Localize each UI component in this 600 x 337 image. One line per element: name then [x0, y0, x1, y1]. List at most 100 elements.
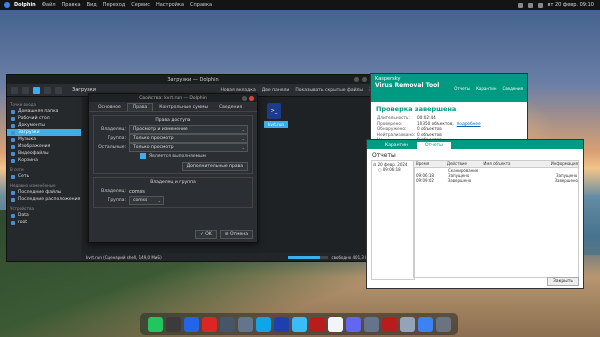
- dialog-help-icon[interactable]: [242, 95, 247, 101]
- sidebar-item-label: Последние файлы: [18, 190, 62, 195]
- chevron-down-icon: ⌄: [157, 198, 161, 203]
- settings-icon[interactable]: [201, 316, 217, 332]
- sidebar-item[interactable]: Изображения: [7, 143, 81, 150]
- file-name[interactable]: kvrt.run: [264, 121, 288, 128]
- yandex-icon[interactable]: [327, 316, 343, 332]
- close-button[interactable]: Закрыть: [546, 277, 579, 286]
- group-select[interactable]: comss ⌄: [129, 196, 164, 205]
- details-link[interactable]: подробнее: [457, 121, 481, 127]
- sidebar-item[interactable]: Домашняя папка: [7, 108, 81, 115]
- menu-go[interactable]: Переход: [103, 2, 126, 8]
- folder-icon: [11, 197, 15, 202]
- tab-general[interactable]: Основное: [93, 104, 126, 111]
- telegram-icon[interactable]: [291, 316, 307, 332]
- network-icon[interactable]: [517, 2, 523, 8]
- menu-edit[interactable]: Правка: [62, 2, 81, 8]
- group-rights-select[interactable]: Только просмотр ⌄: [129, 134, 248, 143]
- save-icon[interactable]: [363, 316, 379, 332]
- new-tab-button[interactable]: Новая вкладка: [220, 88, 255, 93]
- notes-icon[interactable]: [399, 316, 415, 332]
- cell-object: [483, 178, 552, 183]
- tree-node-time[interactable]: ○ 09:06:18: [373, 167, 413, 172]
- details-view-icon[interactable]: [55, 86, 62, 94]
- split-view-button[interactable]: Две панели: [262, 88, 290, 93]
- writer-icon[interactable]: [273, 316, 289, 332]
- sidebar-item[interactable]: Загрузки: [7, 129, 81, 136]
- sidebar-item[interactable]: Рабочий стол: [7, 115, 81, 122]
- tab-reports[interactable]: Отчеты: [417, 142, 451, 149]
- tab-quarantine[interactable]: Карантин: [377, 142, 416, 149]
- kaspersky-reports-link[interactable]: Отчеты: [454, 86, 470, 91]
- col-object[interactable]: Имя объекта: [481, 161, 548, 167]
- search-icon[interactable]: [165, 316, 181, 332]
- reports-tabs: Карантин Отчеты: [367, 140, 583, 149]
- sidebar-item[interactable]: Корзина: [7, 157, 81, 164]
- menu-tools[interactable]: Сервис: [131, 2, 150, 8]
- col-time[interactable]: Время: [414, 161, 445, 167]
- folder-icon[interactable]: [417, 316, 433, 332]
- folder-icon: [11, 137, 15, 142]
- sidebar-item[interactable]: Документы: [7, 122, 81, 129]
- sidebar-item[interactable]: root: [7, 219, 81, 226]
- folder-icon: [11, 151, 15, 156]
- places-sidebar: Точки входа Домашняя папка Рабочий стол Док…: [7, 97, 81, 261]
- files-icon[interactable]: [183, 316, 199, 332]
- terminal-icon[interactable]: [219, 316, 235, 332]
- network-icon[interactable]: [255, 316, 271, 332]
- executable-checkbox-row[interactable]: Является выполняемым: [98, 152, 248, 160]
- app-launcher-icon[interactable]: [4, 2, 10, 8]
- dolphin-titlebar[interactable]: Загрузки — Dolphin: [7, 75, 379, 84]
- back-icon[interactable]: [11, 86, 18, 94]
- sidebar-item[interactable]: Музыка: [7, 136, 81, 143]
- executable-checkbox[interactable]: [140, 153, 147, 159]
- dialog-close-icon[interactable]: [249, 95, 254, 101]
- tab-checksums[interactable]: Контрольные суммы: [154, 104, 213, 111]
- battery-icon[interactable]: [537, 2, 543, 8]
- advanced-permissions-button[interactable]: Дополнительные права: [181, 162, 248, 171]
- sidebar-item[interactable]: Последние расположения: [7, 196, 81, 203]
- ok-button[interactable]: ✓ OK: [195, 230, 217, 239]
- compact-view-icon[interactable]: [44, 86, 51, 94]
- menu-help[interactable]: Справка: [190, 2, 212, 8]
- sidebar-item[interactable]: Видеофайлы: [7, 150, 81, 157]
- sidebar-item[interactable]: Сеть: [7, 173, 81, 180]
- status-text: kvrt.run (Сценарий shell, 149,0 МиБ): [86, 254, 162, 260]
- cancel-button[interactable]: ⊘ Отмена: [219, 230, 253, 239]
- tab-permissions[interactable]: Права: [126, 103, 154, 111]
- filezilla-icon[interactable]: [309, 316, 325, 332]
- kaspersky-quarantine-link[interactable]: Карантин: [476, 86, 496, 91]
- trash-icon[interactable]: [435, 316, 451, 332]
- sidebar-item-label: Видеофайлы: [18, 151, 49, 156]
- sidebar-item[interactable]: Последние файлы: [7, 189, 81, 196]
- sidebar-item[interactable]: Data: [7, 212, 81, 219]
- owner-rights-select[interactable]: Просмотр и изменение ⌄: [129, 125, 248, 134]
- shell-script-icon[interactable]: >_: [267, 103, 281, 119]
- tab-details[interactable]: Сведения: [214, 104, 247, 111]
- group-label: Группа:: [107, 198, 126, 203]
- table-header: Время Действие Имя объекта Информация: [414, 161, 578, 168]
- menu-settings[interactable]: Настройка: [156, 2, 184, 8]
- k-app-icon[interactable]: [147, 316, 163, 332]
- show-hidden-button[interactable]: Показывать скрытые файлы: [295, 88, 363, 93]
- sidebar-item-label: Загрузки: [18, 130, 40, 135]
- owner-value: comss: [129, 188, 145, 195]
- kaspersky-info-link[interactable]: Сведения: [503, 86, 523, 91]
- volume-icon[interactable]: [527, 2, 533, 8]
- forward-icon[interactable]: [22, 86, 29, 94]
- discord-icon[interactable]: [345, 316, 361, 332]
- col-info[interactable]: Информация: [549, 161, 578, 167]
- kvrt-icon[interactable]: [381, 316, 397, 332]
- mail-icon[interactable]: [237, 316, 253, 332]
- icons-view-icon[interactable]: [33, 86, 40, 94]
- maximize-icon[interactable]: [362, 77, 367, 82]
- menu-view[interactable]: Вид: [87, 2, 97, 8]
- menu-file[interactable]: Файл: [42, 2, 56, 8]
- sidebar-item-label: Музыка: [18, 137, 36, 142]
- properties-titlebar[interactable]: Свойства: kvrt.run — Dolphin: [89, 94, 257, 102]
- table-row[interactable]: 09:09:02 Завершено Завершено: [414, 178, 578, 183]
- col-action[interactable]: Действие: [445, 161, 482, 167]
- minimize-icon[interactable]: [354, 77, 359, 82]
- clock[interactable]: вт 20 февр. 09:10: [548, 2, 594, 8]
- access-rights-heading: Права доступа: [155, 118, 191, 123]
- others-rights-select[interactable]: Только просмотр ⌄: [129, 143, 248, 152]
